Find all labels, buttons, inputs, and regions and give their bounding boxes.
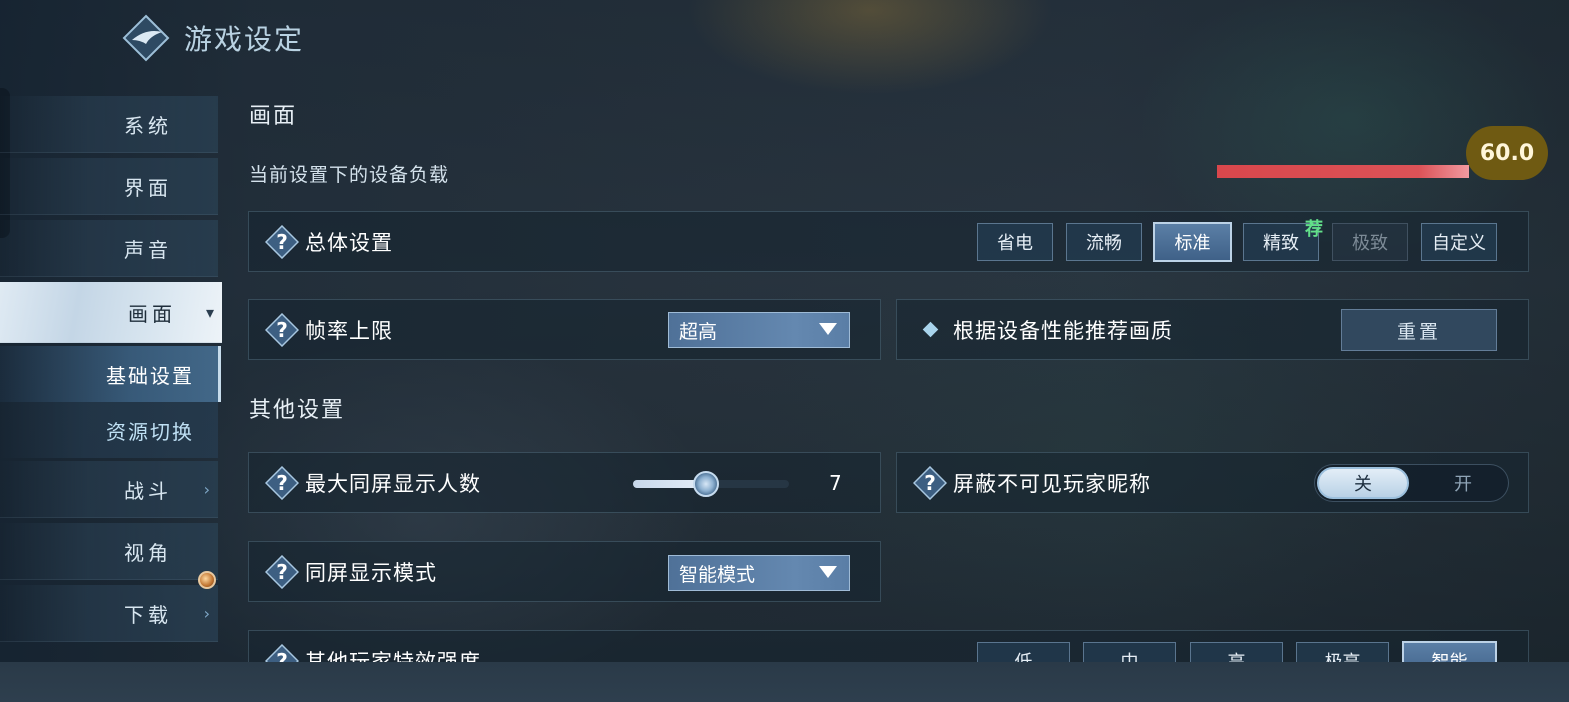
bottom-overlay — [0, 662, 1569, 702]
framerate-dropdown-value: 超高 — [679, 320, 718, 343]
device-load-bar — [1217, 165, 1469, 178]
chevron-right-icon: › — [203, 603, 210, 623]
chevron-right-icon: › — [203, 479, 210, 499]
sidebar-item-label: 系统 — [124, 113, 172, 138]
sidebar-subitem-label: 基础设置 — [106, 363, 194, 388]
hide-names-label: 屏蔽不可见玩家昵称 — [953, 471, 1151, 496]
help-icon[interactable]: ? — [265, 554, 299, 589]
help-icon[interactable]: ? — [265, 224, 299, 259]
recommend-quality-row: 根据设备性能推荐画质 重置 — [896, 299, 1529, 360]
toggle-on-option[interactable]: 开 — [1454, 470, 1472, 496]
sidebar-item-label: 画面 — [128, 301, 176, 326]
framerate-dropdown[interactable]: 超高 — [668, 312, 850, 348]
sidebar-item-label: 声音 — [124, 237, 172, 262]
device-load-label: 当前设置下的设备负载 — [249, 164, 450, 186]
preset-custom-button[interactable]: 自定义 — [1421, 223, 1497, 261]
hide-names-row: ? 屏蔽不可见玩家昵称 关 开 — [896, 452, 1529, 513]
max-players-slider[interactable] — [633, 471, 789, 497]
section-title-graphics: 画面 — [249, 104, 298, 129]
help-icon[interactable]: ? — [913, 465, 947, 500]
chevron-down-icon: ▾ — [205, 302, 214, 322]
display-mode-row: ? 同屏显示模式 智能模式 — [248, 541, 881, 602]
framerate-label: 帧率上限 — [305, 318, 393, 343]
help-icon[interactable]: ? — [265, 312, 299, 347]
reset-button[interactable]: 重置 — [1341, 309, 1497, 351]
section-title-other: 其他设置 — [249, 398, 346, 423]
svg-text:?: ? — [276, 230, 288, 254]
preset-ultimate-button[interactable]: 极致 — [1332, 223, 1408, 261]
framerate-row: ? 帧率上限 超高 — [248, 299, 881, 360]
sidebar-item-label: 视角 — [124, 540, 172, 565]
slider-knob[interactable] — [693, 471, 719, 497]
preset-power-save-button[interactable]: 省电 — [977, 223, 1053, 261]
max-players-value: 7 — [829, 471, 842, 495]
chevron-down-icon — [819, 566, 837, 578]
display-mode-label: 同屏显示模式 — [305, 560, 437, 585]
help-icon[interactable]: ? — [265, 465, 299, 500]
max-players-row: ? 最大同屏显示人数 7 — [248, 452, 881, 513]
notification-badge-icon — [198, 571, 216, 589]
diamond-bullet-icon — [922, 321, 939, 338]
sidebar-subitem-label: 资源切换 — [106, 419, 194, 444]
svg-text:?: ? — [924, 471, 936, 495]
sidebar-item-sound[interactable]: 声音 — [0, 220, 218, 277]
game-emblem-icon — [122, 14, 170, 62]
overall-settings-label: 总体设置 — [305, 230, 393, 255]
device-load-value-badge: 60.0 — [1466, 126, 1548, 180]
recommended-tag: 荐 — [1305, 219, 1323, 240]
overall-settings-row: ? 总体设置 省电 流畅 标准 精致 荐 极致 自定义 — [248, 211, 1529, 272]
sidebar-item-label: 下载 — [124, 602, 172, 627]
sidebar-item-combat[interactable]: 战斗 › — [0, 461, 218, 518]
page-title: 游戏设定 — [184, 23, 305, 56]
preset-standard-button[interactable]: 标准 — [1153, 222, 1232, 262]
max-players-label: 最大同屏显示人数 — [305, 471, 481, 496]
sidebar-item-interface[interactable]: 界面 — [0, 158, 218, 215]
sidebar-item-system[interactable]: 系统 — [0, 96, 218, 153]
hide-names-toggle[interactable]: 关 开 — [1314, 464, 1509, 502]
sidebar-item-download[interactable]: 下载 › — [0, 571, 218, 642]
sidebar-item-label: 界面 — [124, 175, 172, 200]
svg-text:?: ? — [276, 471, 288, 495]
recommend-quality-label: 根据设备性能推荐画质 — [953, 318, 1173, 343]
sidebar-subitem-basic-settings[interactable]: 基础设置 — [0, 346, 221, 402]
display-mode-dropdown-value: 智能模式 — [679, 563, 756, 586]
toggle-off-option[interactable]: 关 — [1317, 467, 1409, 499]
sidebar-item-camera[interactable]: 视角 — [0, 523, 218, 580]
sidebar-subitem-resource-switch[interactable]: 资源切换 — [0, 402, 218, 458]
svg-text:?: ? — [276, 318, 288, 342]
chevron-down-icon — [819, 323, 837, 335]
sidebar-item-label: 战斗 — [124, 478, 172, 503]
sidebar-item-graphics[interactable]: 画面 ▾ — [0, 282, 222, 343]
display-mode-dropdown[interactable]: 智能模式 — [668, 555, 850, 591]
svg-text:?: ? — [276, 560, 288, 584]
preset-smooth-button[interactable]: 流畅 — [1066, 223, 1142, 261]
